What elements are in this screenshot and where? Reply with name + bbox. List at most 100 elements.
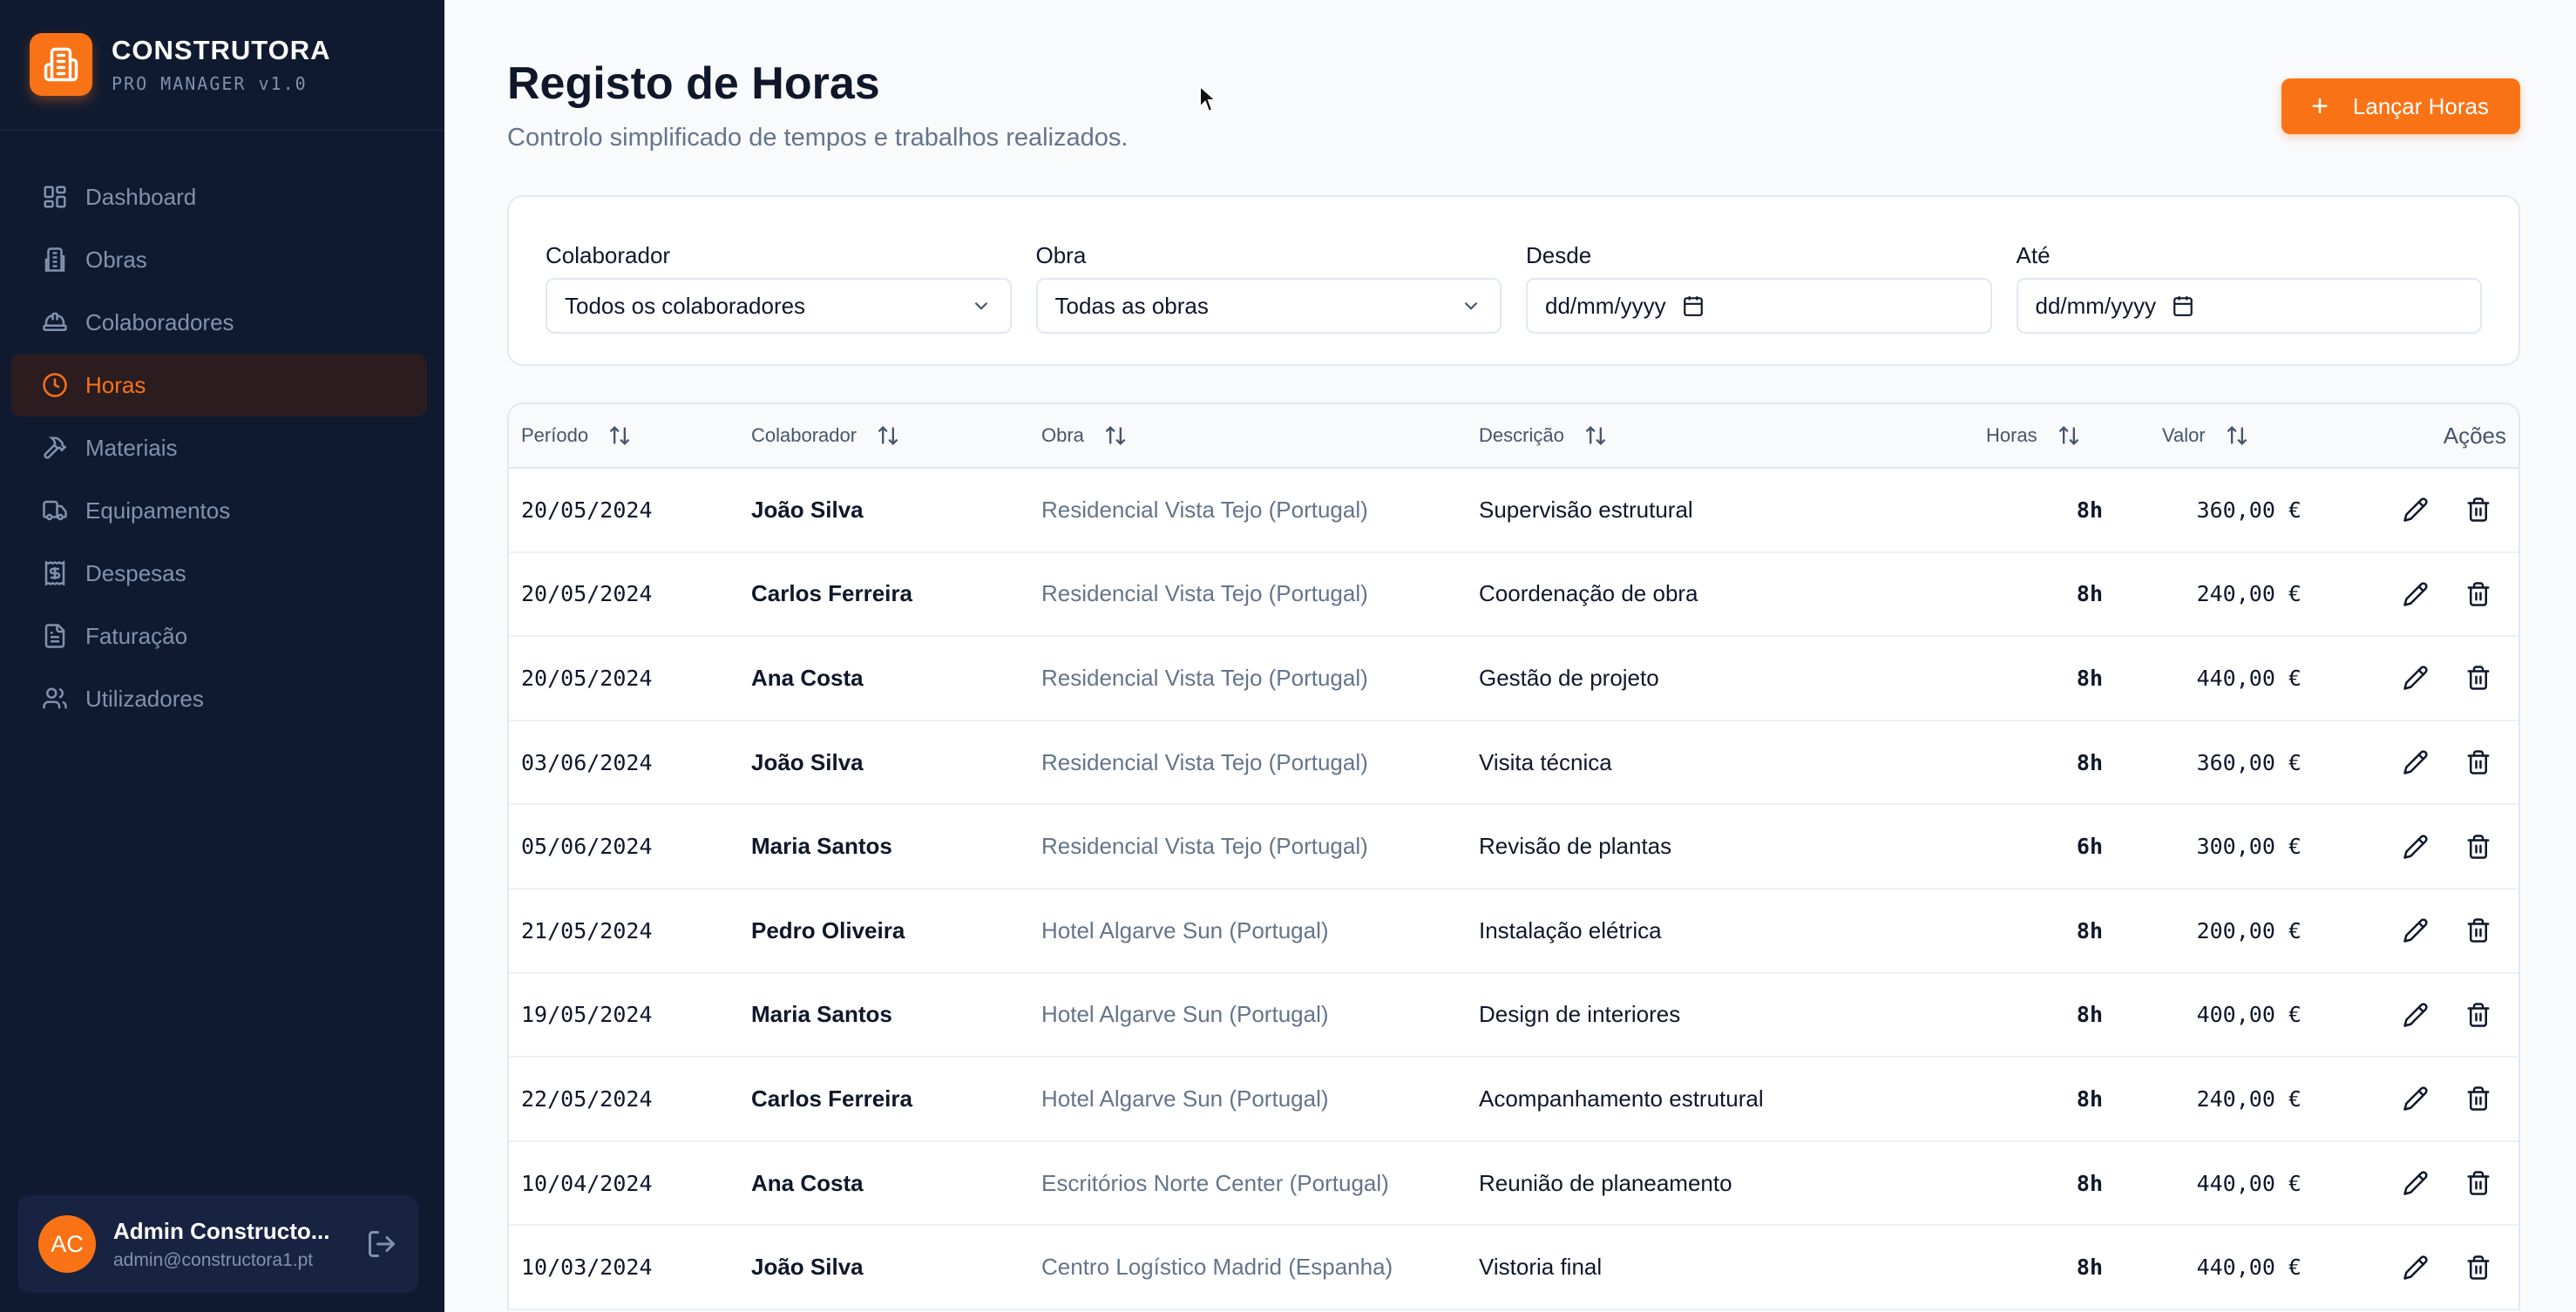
user-card: AC Admin Constructo... admin@constructor… [17,1195,418,1293]
desde-date-input[interactable]: dd/mm/yyyy [1526,278,1992,334]
calendar-icon[interactable] [1682,294,1705,317]
calendar-icon[interactable] [2172,294,2194,317]
ate-date-input[interactable]: dd/mm/yyyy [2016,278,2482,334]
building-logo-icon [30,33,92,96]
obra-select[interactable]: Todas as obras [1035,278,1502,334]
trash-icon[interactable] [2463,915,2494,946]
cell-horas: 8h [2076,1170,2103,1196]
sort-icon[interactable] [2225,423,2249,448]
sidebar-item-obras[interactable]: Obras [10,228,427,291]
cell-colaborador: João Silva [751,496,864,523]
avatar: AC [38,1215,96,1273]
chevron-down-icon [974,301,987,310]
cell-valor: 440,00 € [2196,665,2301,691]
logout-icon[interactable] [366,1228,397,1260]
column-header-periodo[interactable]: Período [509,423,739,448]
cell-acoes [2312,1252,2518,1283]
table-row[interactable]: 10/03/2024 João Silva Centro Logístico Mad… [509,1226,2518,1310]
hammer-icon [44,436,67,459]
cell-descricao: Acompanhamento estrutural [1479,1085,1764,1112]
cell-descricao: Supervisão estrutural [1479,496,1693,523]
edit-icon[interactable] [2400,747,2431,778]
sidebar-item-faturacao[interactable]: Faturação [10,605,427,667]
column-header-valor[interactable]: Valor [2112,423,2312,448]
cell-valor: 360,00 € [2196,497,2301,523]
trash-icon[interactable] [2463,747,2494,778]
cell-periodo: 20/05/2024 [521,497,653,523]
edit-icon[interactable] [2400,494,2431,525]
cell-horas: 8h [2076,497,2103,523]
edit-icon[interactable] [2400,1167,2431,1199]
sidebar-item-dashboard[interactable]: Dashboard [10,166,427,228]
user-email: admin@constructora1.pt [113,1249,314,1270]
column-header-acoes: Ações [2312,423,2518,450]
table-row[interactable]: 22/05/2024 Carlos Ferreira Hotel Algarve S… [509,1058,2518,1142]
filters-panel: Colaborador Todos os colaboradores Obra … [507,195,2520,366]
edit-icon[interactable] [2400,578,2431,610]
table-row[interactable]: 05/06/2024 Maria Santos Residencial Vista … [509,805,2518,889]
cell-obra: Hotel Algarve Sun (Portugal) [1041,1001,1329,1028]
sort-icon[interactable] [2057,423,2081,448]
trash-icon[interactable] [2463,999,2494,1031]
sidebar-item-label: Materiais [85,434,178,461]
sidebar-item-utilizadores[interactable]: Utilizadores [10,667,427,730]
trash-icon[interactable] [2463,1083,2494,1114]
sort-icon[interactable] [1583,423,1608,448]
date-value: dd/mm/yyyy [2035,292,2157,319]
trash-icon[interactable] [2463,1167,2494,1199]
table-row[interactable]: 21/05/2024 Pedro Oliveira Hotel Algarve Su… [509,889,2518,974]
edit-icon[interactable] [2400,1252,2431,1283]
column-header-descricao[interactable]: Descrição [1467,423,1955,448]
cell-colaborador: Maria Santos [751,1001,892,1028]
sidebar-item-despesas[interactable]: Despesas [10,542,427,605]
table-row[interactable]: 20/05/2024 Carlos Ferreira Residencial Vis… [509,553,2518,638]
table-row[interactable]: 10/04/2024 Ana Costa Escritórios Norte Cen… [509,1142,2518,1227]
table-row[interactable]: 20/05/2024 João Silva Residencial Vista Te… [509,469,2518,553]
cell-valor: 440,00 € [2196,1170,2301,1196]
cell-acoes [2312,1167,2518,1199]
sidebar-item-colaboradores[interactable]: Colaboradores [10,291,427,354]
table-row[interactable]: 20/05/2024 Ana Costa Residencial Vista Tej… [509,637,2518,721]
sidebar-item-materiais[interactable]: Materiais [10,416,427,479]
cell-horas: 8h [2076,749,2103,775]
sidebar-item-label: Colaboradores [85,308,234,335]
cell-acoes [2312,1083,2518,1114]
trash-icon[interactable] [2463,578,2494,610]
table-header: Período Colaborador Obra Descrição Horas… [509,404,2518,469]
filter-obra: Obra Todas as obras [1035,197,1502,364]
trash-icon[interactable] [2463,831,2494,862]
column-header-horas[interactable]: Horas [1955,423,2112,448]
add-hours-button[interactable]: + Lançar Horas [2281,78,2520,134]
trash-icon[interactable] [2463,1252,2494,1283]
table-row[interactable]: 03/06/2024 João Silva Residencial Vista Te… [509,721,2518,806]
cell-descricao: Gestão de projeto [1479,664,1659,691]
sort-icon[interactable] [1103,423,1128,448]
column-header-obra[interactable]: Obra [1029,423,1467,448]
sidebar-item-horas[interactable]: Horas [10,354,427,416]
truck-icon [43,500,67,521]
edit-icon[interactable] [2400,831,2431,862]
sort-icon[interactable] [607,423,632,448]
trash-icon[interactable] [2463,494,2494,525]
cell-obra: Hotel Algarve Sun (Portugal) [1041,916,1329,943]
column-label: Colaborador [751,424,858,446]
edit-icon[interactable] [2400,915,2431,946]
cell-valor: 300,00 € [2196,834,2301,860]
cell-acoes [2312,915,2518,946]
edit-icon[interactable] [2400,1083,2431,1114]
cell-descricao: Revisão de plantas [1479,833,1672,860]
cell-colaborador: Ana Costa [751,1169,864,1196]
sort-icon[interactable] [876,423,900,448]
column-header-colaborador[interactable]: Colaborador [739,423,1029,448]
users-icon [43,687,67,709]
colaborador-select[interactable]: Todos os colaboradores [546,278,1012,334]
sidebar-item-equipamentos[interactable]: Equipamentos [10,479,427,542]
cell-descricao: Design de interiores [1479,1001,1681,1028]
edit-icon[interactable] [2400,999,2431,1031]
cell-periodo: 20/05/2024 [521,581,653,607]
trash-icon[interactable] [2463,662,2494,693]
table-row[interactable]: 19/05/2024 Maria Santos Hotel Algarve Sun … [509,974,2518,1058]
filter-colaborador: Colaborador Todos os colaboradores [546,197,1012,364]
cell-horas: 8h [2076,581,2103,607]
edit-icon[interactable] [2400,662,2431,693]
